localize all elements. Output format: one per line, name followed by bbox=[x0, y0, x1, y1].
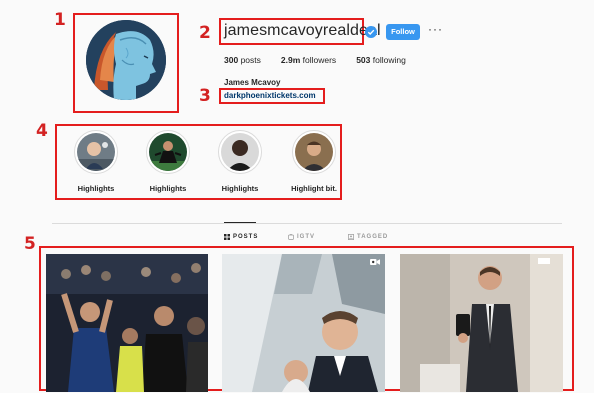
highlight-label: Highlights bbox=[77, 184, 115, 193]
tab-posts[interactable]: POSTS bbox=[224, 234, 258, 240]
post-thumbnail[interactable] bbox=[222, 254, 385, 392]
profile-avatar[interactable] bbox=[86, 20, 166, 100]
following-count: 503 bbox=[356, 55, 371, 65]
tagged-icon bbox=[348, 234, 354, 240]
highlight-cover bbox=[74, 130, 118, 174]
tab-posts-label: POSTS bbox=[233, 234, 259, 240]
tabs-divider bbox=[52, 223, 562, 224]
highlight-cover bbox=[218, 130, 262, 174]
profile-username: jamesmcavoyrealdeal bbox=[224, 22, 381, 39]
post-image bbox=[400, 254, 563, 392]
avatar-illustration bbox=[86, 20, 166, 100]
post-thumbnail[interactable] bbox=[400, 254, 563, 392]
highlight-label: Highlight bit. bbox=[291, 184, 337, 193]
followers-label: followers bbox=[302, 55, 337, 65]
active-tab-indicator bbox=[224, 222, 256, 223]
annotation-number-4: 4 bbox=[36, 121, 48, 141]
highlight-item[interactable]: Highlights bbox=[138, 130, 198, 193]
more-options-icon[interactable]: ··· bbox=[428, 22, 443, 36]
highlight-thumbnail bbox=[221, 133, 259, 171]
highlight-item[interactable]: Highlights bbox=[210, 130, 270, 193]
highlight-cover bbox=[146, 130, 190, 174]
follow-button[interactable]: Follow bbox=[386, 24, 420, 40]
highlight-item[interactable]: Highlight bit. bbox=[284, 130, 344, 193]
highlight-label: Highlights bbox=[221, 184, 259, 193]
grid-icon bbox=[224, 234, 230, 240]
highlight-item[interactable]: Highlights bbox=[66, 130, 126, 193]
igtv-icon bbox=[288, 234, 294, 240]
tab-igtv[interactable]: IGTV bbox=[288, 234, 315, 240]
tab-tagged[interactable]: TAGGED bbox=[348, 234, 388, 240]
annotation-number-1: 1 bbox=[54, 10, 66, 30]
posts-stat: 300 posts bbox=[224, 55, 261, 65]
post-image bbox=[46, 254, 208, 392]
highlight-thumbnail bbox=[149, 133, 187, 171]
tab-igtv-label: IGTV bbox=[297, 234, 316, 240]
highlight-thumbnail bbox=[295, 133, 333, 171]
followers-stat[interactable]: 2.9m followers bbox=[281, 55, 336, 65]
posts-label: posts bbox=[240, 55, 261, 65]
followers-count: 2.9m bbox=[280, 55, 301, 65]
verified-badge-icon bbox=[365, 26, 377, 38]
tab-tagged-label: TAGGED bbox=[357, 234, 389, 240]
profile-website-link[interactable]: darkphoenixtickets.com bbox=[224, 91, 316, 100]
following-label: following bbox=[372, 55, 406, 65]
annotation-number-3: 3 bbox=[199, 86, 211, 106]
post-thumbnail[interactable] bbox=[46, 254, 208, 392]
annotation-number-2: 2 bbox=[199, 23, 211, 43]
post-image bbox=[222, 254, 385, 392]
annotation-number-5: 5 bbox=[24, 234, 36, 254]
highlight-label: Highlights bbox=[149, 184, 187, 193]
highlight-cover bbox=[292, 130, 336, 174]
highlight-thumbnail bbox=[77, 133, 115, 171]
following-stat[interactable]: 503 following bbox=[356, 55, 406, 65]
story-highlights: Highlights Highlights Highlights Highlig… bbox=[66, 130, 346, 196]
posts-count: 300 bbox=[224, 55, 239, 65]
profile-stats: 300 posts 2.9m followers 503 following bbox=[224, 55, 406, 65]
video-icon bbox=[370, 259, 380, 265]
profile-full-name: James Mcavoy bbox=[224, 78, 281, 87]
